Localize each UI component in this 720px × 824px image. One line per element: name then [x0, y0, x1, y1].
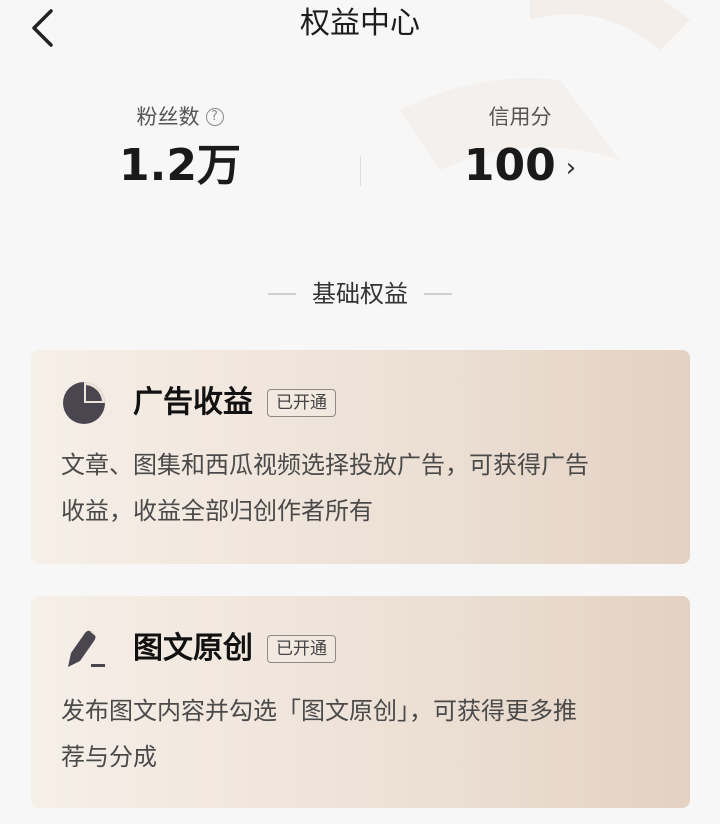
benefit-description: 发布图文内容并勾选「图文原创」，可获得更多推 荐与分成	[61, 697, 577, 771]
credit-score-stat[interactable]: 信用分 100 ›	[370, 100, 670, 196]
benefit-card-header: 图文原创 已开通	[61, 626, 660, 672]
help-icon[interactable]: ?	[205, 108, 224, 126]
benefit-card-original-content[interactable]: 图文原创 已开通 发布图文内容并勾选「图文原创」，可获得更多推 荐与分成	[31, 596, 690, 808]
status-badge: 已开通	[267, 635, 336, 663]
top-bar: 权益中心	[0, 0, 720, 60]
credit-label-row: 信用分	[489, 100, 552, 134]
page-title: 权益中心	[300, 6, 420, 41]
section-title: 基础权益	[312, 280, 408, 308]
chevron-right-icon[interactable]: ›	[566, 153, 576, 183]
section-line-left	[268, 293, 296, 295]
section-line-right	[424, 293, 452, 295]
stats-panel: 粉丝数 ? 1.2万 信用分 100 ›	[0, 100, 720, 200]
fans-value: 1.2万	[119, 140, 241, 191]
benefit-card-ad-revenue[interactable]: 广告收益 已开通 文章、图集和西瓜视频选择投放广告，可获得广告 收益，收益全部归…	[31, 350, 690, 564]
fans-value-row: 1.2万	[30, 136, 330, 196]
benefit-title: 广告收益	[133, 385, 253, 420]
section-heading: 基础权益	[0, 276, 720, 312]
benefit-card-header: 广告收益 已开通	[61, 380, 660, 426]
stats-divider	[360, 156, 361, 186]
benefit-title: 图文原创	[133, 631, 253, 666]
fans-stat: 粉丝数 ? 1.2万	[30, 100, 330, 196]
benefit-description: 文章、图集和西瓜视频选择投放广告，可获得广告 收益，收益全部归创作者所有	[61, 451, 589, 525]
credit-value: 100	[463, 140, 556, 191]
pie-chart-icon	[61, 380, 107, 426]
fans-label-row: 粉丝数 ?	[137, 100, 224, 134]
credit-value-row[interactable]: 100 ›	[370, 136, 670, 196]
status-badge: 已开通	[267, 389, 336, 417]
credit-label: 信用分	[488, 105, 552, 129]
pen-icon	[61, 626, 107, 672]
fans-label: 粉丝数	[136, 105, 200, 129]
